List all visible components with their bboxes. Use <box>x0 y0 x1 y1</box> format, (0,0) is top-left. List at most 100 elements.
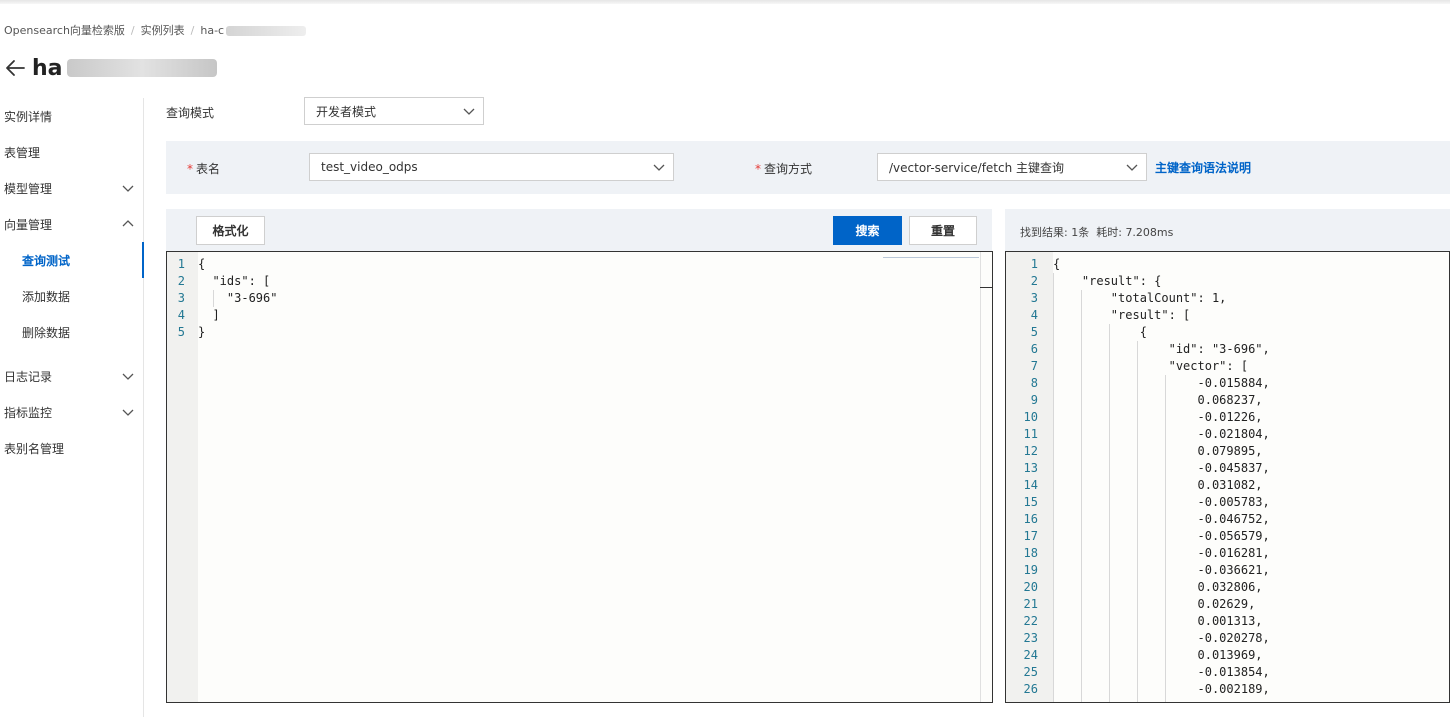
table-name-label: * 表名 <box>187 160 220 177</box>
line-number: 8 <box>1030 376 1038 390</box>
line-number: 4 <box>177 308 185 322</box>
code-line: "ids": [ <box>198 274 271 288</box>
result-time-label: 耗时: <box>1096 226 1122 239</box>
query-method-select[interactable]: /vector-service/fetch 主键查询 <box>877 153 1147 181</box>
code-line: { <box>198 257 206 271</box>
line-number: 17 <box>1023 529 1038 543</box>
sidebar-item-vector-management[interactable]: 向量管理 <box>4 206 142 242</box>
line-number: 2 <box>177 274 185 288</box>
sidebar-item-delete-data[interactable]: 删除数据 <box>22 314 143 350</box>
code-line: 0.031082, <box>1053 478 1263 492</box>
line-number: 21 <box>1023 597 1038 611</box>
line-number: 16 <box>1023 512 1038 526</box>
sidebar-item-label: 删除数据 <box>22 325 71 340</box>
code-line: { <box>1053 325 1147 339</box>
code-line: "3-696" <box>198 291 278 305</box>
chevron-up-icon <box>122 220 134 227</box>
query-syntax-help-link[interactable]: 主键查询语法说明 <box>1155 159 1251 176</box>
line-number: 5 <box>177 325 185 339</box>
sidebar-item-label: 表管理 <box>4 145 41 160</box>
sidebar-item-label: 查询测试 <box>22 253 71 268</box>
indent-guide <box>1081 290 1082 702</box>
breadcrumb-item-instance-list[interactable]: 实例列表 <box>141 24 185 37</box>
sidebar-item-query-test[interactable]: 查询测试 <box>22 242 143 278</box>
table-name-select[interactable]: test_video_odps <box>309 153 674 181</box>
sidebar-item-model-management[interactable]: 模型管理 <box>4 170 142 206</box>
line-number: 4 <box>1030 308 1038 322</box>
line-number: 12 <box>1023 444 1038 458</box>
search-button[interactable]: 搜索 <box>833 216 902 245</box>
code-line: } <box>198 325 206 339</box>
required-mark: * <box>187 162 193 176</box>
code-line: 0.02629, <box>1053 597 1256 611</box>
sidebar-item-instance-detail[interactable]: 实例详情 <box>4 98 142 134</box>
code-line: -0.005783, <box>1053 495 1270 509</box>
result-time-value: 7.208ms <box>1125 226 1174 239</box>
code-line: -0.021804, <box>1053 427 1270 441</box>
query-method-value: /vector-service/fetch 主键查询 <box>889 160 1065 175</box>
code-line: 0.079895, <box>1053 444 1263 458</box>
sidebar-item-label: 实例详情 <box>4 109 53 124</box>
format-button[interactable]: 格式化 <box>196 216 265 245</box>
code-line: "vector": [ <box>1053 359 1249 373</box>
query-mode-label: 查询模式 <box>166 106 215 120</box>
table-name-value: test_video_odps <box>321 160 418 174</box>
line-number: 1 <box>1030 257 1038 271</box>
query-mode-select[interactable]: 开发者模式 <box>304 97 484 125</box>
code-line: "result": [ <box>1053 308 1191 322</box>
line-number: 6 <box>1030 342 1038 356</box>
chevron-down-icon <box>1126 164 1138 171</box>
breadcrumb-separator: / <box>130 24 135 37</box>
query-method-label-text: 查询方式 <box>764 162 813 176</box>
line-number: 3 <box>177 291 185 305</box>
breadcrumb: Opensearch向量检索版 / 实例列表 / ha-c <box>4 22 307 38</box>
line-number: 13 <box>1023 461 1038 475</box>
breadcrumb-item-current: ha-c <box>200 24 225 37</box>
breadcrumb-separator: / <box>190 24 195 37</box>
code-line: -0.020278, <box>1053 631 1270 645</box>
line-number: 18 <box>1023 546 1038 560</box>
query-method-label: * 查询方式 <box>755 160 812 177</box>
sidebar-item-table-management[interactable]: 表管理 <box>4 134 142 170</box>
minimap-indicator <box>883 257 979 258</box>
sidebar-item-add-data[interactable]: 添加数据 <box>22 278 143 314</box>
scrollbar-cursor-mark <box>980 287 992 288</box>
line-number: 14 <box>1023 478 1038 492</box>
editor-scrollbar[interactable] <box>980 252 992 702</box>
sidebar-item-label: 添加数据 <box>22 289 71 304</box>
result-count: 1条 <box>1071 226 1090 239</box>
sidebar-item-label: 表别名管理 <box>4 441 65 456</box>
line-number: 15 <box>1023 495 1038 509</box>
code-line: -0.045837, <box>1053 461 1270 475</box>
page-header: ha <box>4 54 217 82</box>
reset-button[interactable]: 重置 <box>909 216 977 245</box>
chevron-down-icon <box>463 108 475 115</box>
code-line: ] <box>198 308 220 322</box>
sidebar-item-label: 日志记录 <box>4 369 53 384</box>
code-line: -0.015884, <box>1053 376 1270 390</box>
back-arrow-icon[interactable] <box>4 57 26 79</box>
redacted-title <box>66 59 217 77</box>
sidebar-item-metrics[interactable]: 指标监控 <box>4 394 142 430</box>
breadcrumb-item-product[interactable]: Opensearch向量检索版 <box>4 24 125 37</box>
response-code-viewer[interactable]: 1 {2 "result": {3 "totalCount": 1, 4 "resu… <box>1005 251 1450 703</box>
sidebar-item-table-alias[interactable]: 表别名管理 <box>4 430 142 466</box>
code-line: -0.056579, <box>1053 529 1270 543</box>
code-line: -0.046752, <box>1053 512 1270 526</box>
result-found-label: 找到结果: <box>1020 226 1068 239</box>
request-code-editor[interactable]: 1 {2 "ids": [ 3 "3-696" 4 ] 5} <box>166 251 993 703</box>
chevron-down-icon <box>122 409 134 416</box>
line-number: 11 <box>1023 427 1038 441</box>
indent-guide <box>1165 375 1166 702</box>
line-number: 1 <box>177 257 185 271</box>
query-mode-value: 开发者模式 <box>316 104 377 119</box>
code-line: -0.036621, <box>1053 563 1270 577</box>
required-mark: * <box>755 162 761 176</box>
indent-guide <box>1109 324 1110 702</box>
line-number: 26 <box>1023 682 1038 696</box>
line-number: 23 <box>1023 631 1038 645</box>
sidebar-item-logs[interactable]: 日志记录 <box>4 358 142 394</box>
line-number: 20 <box>1023 580 1038 594</box>
line-number: 5 <box>1030 325 1038 339</box>
code-line: -0.01226, <box>1053 410 1263 424</box>
